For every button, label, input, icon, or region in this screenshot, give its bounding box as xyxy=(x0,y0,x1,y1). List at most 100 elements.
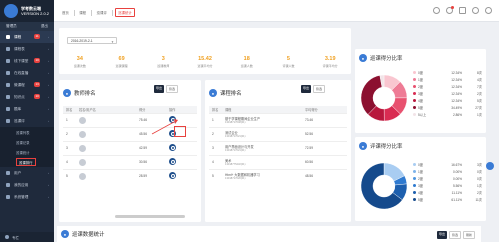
legend-pct: 12.34% xyxy=(451,91,462,96)
crumb-patrol-stats[interactable]: 巡课统计 xyxy=(115,8,135,17)
legend-name: 1度 xyxy=(418,78,423,82)
review-pie-panel: ● 评课得分比率 0度 16.67% 3次 1度 0.00% 0次 2度 0.00% 0次 3度 5… xyxy=(355,137,486,221)
sidebar-after-item-0[interactable]: 用户 › xyxy=(0,167,54,179)
patrol-data-panel: ● 巡课数据统计 导出 筛选 刷新 xyxy=(57,226,481,242)
col-avg-score: 平均得分 xyxy=(305,106,347,113)
legend-pct: 12.34% xyxy=(451,70,462,75)
stat-value: 69 xyxy=(118,56,125,62)
menu-label: 知识点 xyxy=(14,94,25,99)
subitem-label: 巡课排行 xyxy=(16,157,36,167)
table-row[interactable]: 2 测试企业 13018717021(01) 52.56 xyxy=(209,126,347,141)
menu-label: 巡课评 xyxy=(14,118,25,123)
crumb-patrol[interactable]: 巡课评 xyxy=(95,9,109,16)
table-row[interactable]: 4 美术 13018775432(01) 60.56 xyxy=(209,154,347,169)
sidebar-item-7[interactable]: 巡课评 › xyxy=(0,115,54,127)
column-icon xyxy=(5,235,9,239)
menu-badge: 13 xyxy=(34,82,41,87)
sidebar-subitem-3[interactable]: 巡课排行 xyxy=(0,157,54,167)
menu-badge: 10 xyxy=(34,58,41,63)
legend-count: 8次 xyxy=(477,71,482,75)
rank-cell: 5 xyxy=(209,168,225,183)
sidebar-item-3[interactable]: 在线直播 › xyxy=(0,67,54,79)
export-button[interactable]: 导出 xyxy=(301,85,312,93)
date-range-value: 2016-2019-2-1 xyxy=(71,38,93,43)
sidebar-item-1[interactable]: 课程表 › xyxy=(0,43,54,55)
sidebar-footer[interactable]: 专栏 xyxy=(0,232,54,242)
export-button[interactable]: 导出 xyxy=(436,231,447,239)
legend-count: 2次 xyxy=(477,191,482,195)
stat-label: 巡课人数 xyxy=(240,63,253,68)
rank-cell: 1 xyxy=(63,112,79,127)
legend-pct: 12.34% xyxy=(451,77,462,82)
table-row[interactable]: 3 42.59 xyxy=(63,140,197,155)
legend-count: 2次 xyxy=(477,92,482,96)
sidebar-item-4[interactable]: 微课程 13 › xyxy=(0,79,54,91)
search-icon[interactable] xyxy=(169,172,176,180)
legend-swatch xyxy=(413,191,416,194)
score-cell: 72.59 xyxy=(305,140,347,155)
menu-label: 课程表 xyxy=(14,46,25,51)
legend-name: 0度 xyxy=(418,71,423,75)
date-range-select[interactable]: 2016-2019-2-1 ▼ xyxy=(67,37,117,44)
horizontal-scrollbar[interactable] xyxy=(115,215,185,218)
legend-name: 1度 xyxy=(418,170,423,174)
score-cell: 28.59 xyxy=(139,168,169,183)
stat-6: 3.19 评课平均分 xyxy=(309,56,351,68)
stat-label: 巡课次数 xyxy=(73,63,86,68)
export-button[interactable]: 导出 xyxy=(154,85,165,93)
table-row[interactable]: 1 基于学课程期间企业生产 13018717048(01) 73.46 xyxy=(209,112,347,127)
menu-icon xyxy=(6,171,10,175)
table-row[interactable]: 5 Html+ 大数据和机器学习 13018717020(01) 48.56 xyxy=(209,168,347,183)
chat-icon[interactable] xyxy=(486,162,494,170)
legend-pct: 0.00% xyxy=(452,169,462,174)
table-row[interactable]: 4 30.56 xyxy=(63,154,197,169)
filter-button[interactable]: 筛选 xyxy=(448,231,461,239)
user-icon[interactable] xyxy=(433,7,440,14)
legend-item: 0度 12.34% 8次 xyxy=(413,69,482,76)
search-icon[interactable] xyxy=(169,158,176,165)
legend-name: 5度 xyxy=(418,198,423,202)
filter-button[interactable]: 筛选 xyxy=(166,85,179,93)
col-rank: 排名 xyxy=(63,106,79,113)
table-row[interactable]: 3 用户界面设计与开发 13018717021(01) 72.59 xyxy=(209,140,347,155)
col-action: 操作 xyxy=(169,106,197,113)
bell-icon[interactable] xyxy=(446,6,454,14)
refresh-button[interactable]: 刷新 xyxy=(462,231,475,239)
sidebar-item-6[interactable]: 题库 › xyxy=(0,103,54,115)
search-icon[interactable] xyxy=(169,144,176,151)
subitem-label: 巡课统计 xyxy=(16,150,30,155)
filter-button[interactable]: 筛选 xyxy=(313,85,326,93)
legend-item: 1度 12.34% 4次 xyxy=(413,76,482,83)
chevron-right-icon: › xyxy=(48,59,49,63)
legend-count: 4次 xyxy=(477,78,482,82)
menu-icon xyxy=(6,119,10,123)
sidebar-subitem-2[interactable]: 巡课统计 xyxy=(0,147,54,157)
course-rank-title: ● 课程排名 xyxy=(209,89,242,97)
legend-pct: 2.86% xyxy=(452,112,462,117)
sidebar-item-2[interactable]: 线下课堂 10 › xyxy=(0,55,54,67)
stat-0: 34 巡课次数 xyxy=(59,56,101,68)
book-icon: ● xyxy=(209,89,217,97)
menu-label: 微课程 xyxy=(14,82,25,87)
sidebar-subitem-0[interactable]: 巡课列表 xyxy=(0,127,54,137)
crumb-home[interactable]: 首页 xyxy=(60,9,71,16)
subitem-label: 巡课记录 xyxy=(16,140,30,145)
table-row[interactable]: 5 28.59 xyxy=(63,168,197,183)
legend-item: 2度 0.00% 0次 xyxy=(413,175,482,182)
course-cell: 用户界面设计与开发 13018717021(01) xyxy=(225,140,305,155)
grid-icon[interactable] xyxy=(459,7,466,14)
avatar xyxy=(79,158,86,166)
logout-link[interactable]: 退出 xyxy=(41,24,48,29)
legend-pct: 16.67% xyxy=(451,162,462,167)
sidebar-after-item-1[interactable]: 我的应用 › xyxy=(0,179,54,191)
stat-label: 巡课教师 xyxy=(157,63,170,68)
stat-value: 18 xyxy=(243,56,250,62)
sidebar-item-0[interactable]: 课程 11 › xyxy=(0,31,54,43)
settings-icon[interactable] xyxy=(472,7,479,14)
sidebar-after-item-2[interactable]: 系统管理 › xyxy=(0,191,54,203)
sidebar-subitem-1[interactable]: 巡课记录 xyxy=(0,137,54,147)
sidebar-item-5[interactable]: 知识点 10 › xyxy=(0,91,54,103)
crumb-course[interactable]: 课程 xyxy=(77,9,88,16)
legend-name: 4度 xyxy=(418,191,423,195)
power-icon[interactable] xyxy=(485,7,492,14)
